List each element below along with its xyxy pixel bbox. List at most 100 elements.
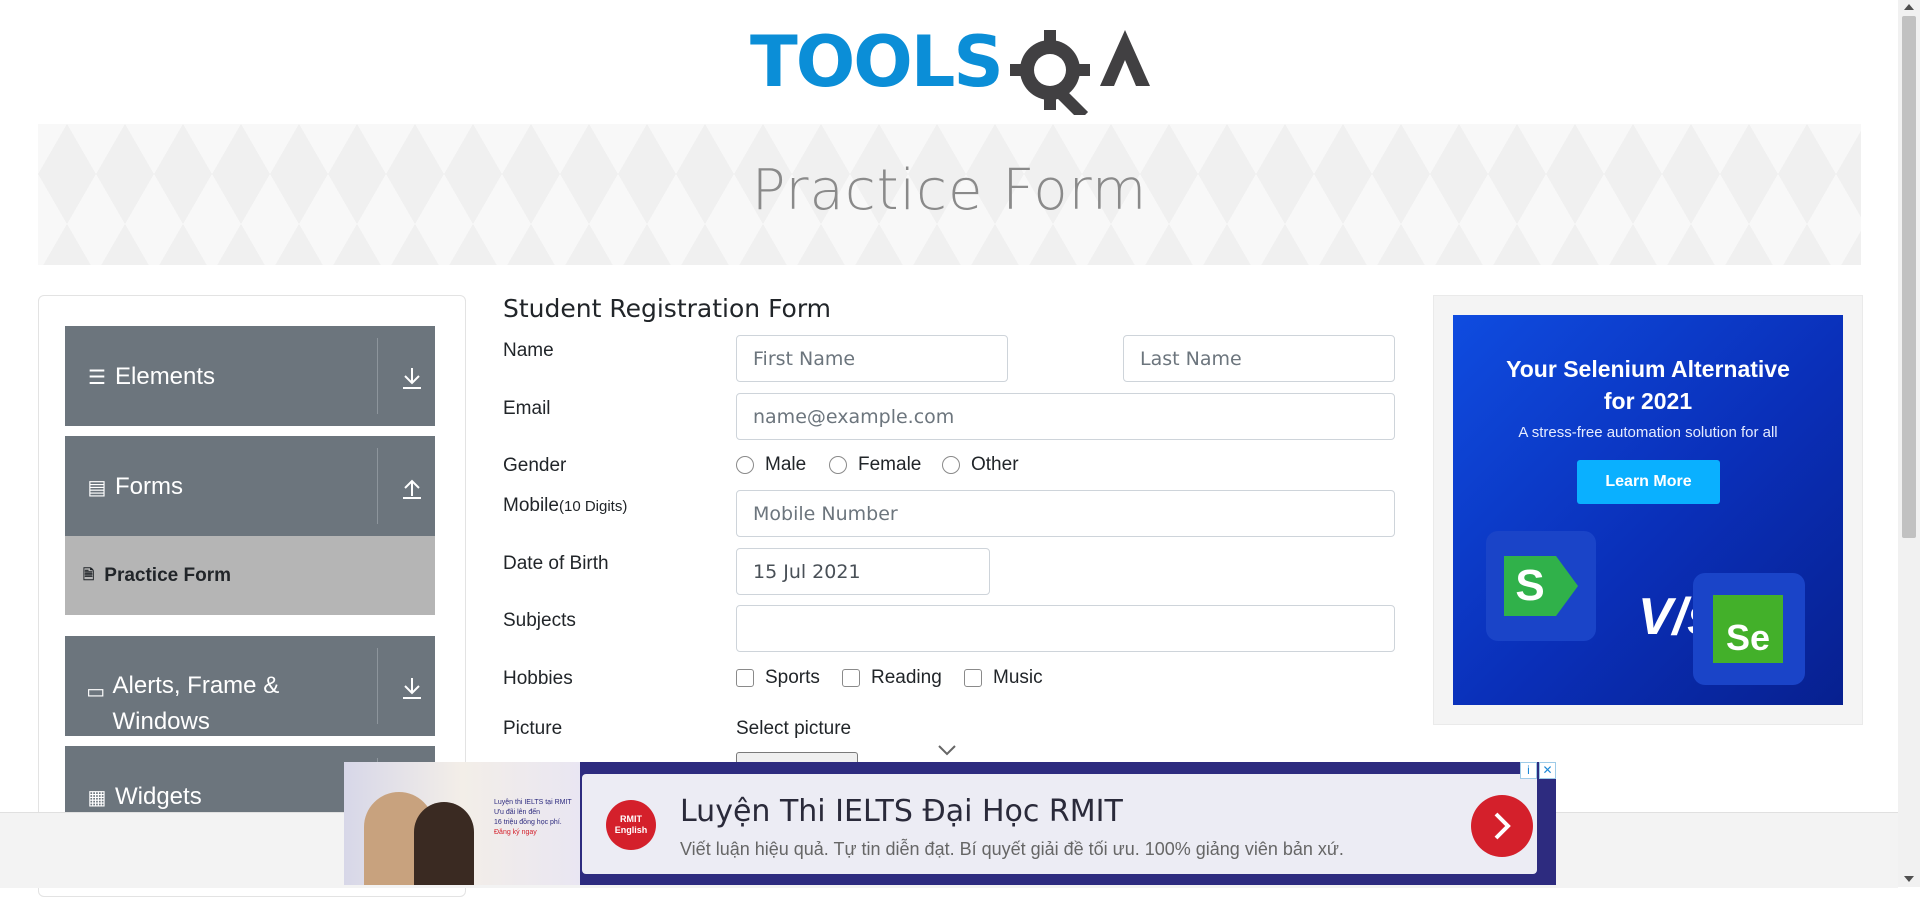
checkbox-label: Music (993, 667, 1043, 688)
sidebar-group-alerts[interactable]: ▭ Alerts, Frame & Windows (65, 636, 435, 736)
chevron-down-icon (938, 745, 956, 756)
gender-radio-other[interactable]: Other (942, 454, 1019, 476)
checkbox-box[interactable] (964, 669, 982, 687)
ad-description: Viết luận hiệu quả. Tự tin diễn đạt. Bí … (680, 839, 1344, 859)
vertical-scrollbar[interactable] (1898, 0, 1920, 887)
selenium-logo-icon: Se (1713, 595, 1783, 663)
sidebar-group-elements[interactable]: ☰ Elements (65, 326, 435, 426)
sidebar-item-practice-form[interactable]: 🗎 Practice Form (65, 536, 435, 615)
gender-radio-female[interactable]: Female (829, 454, 921, 476)
gender-label: Gender (503, 455, 567, 476)
checkbox-label: Reading (871, 667, 942, 688)
photo-text-line: 16 triệu đồng học phí. (494, 819, 562, 826)
sidebar-group-widgets-label: Widgets (115, 783, 202, 810)
email-label: Email (503, 398, 551, 419)
mobile-label-text: Mobile (503, 495, 559, 516)
expand-down-icon[interactable] (401, 676, 423, 700)
ad-controls: i ✕ (1520, 762, 1556, 780)
photo-text-line: Ưu đãi lên đến (494, 809, 541, 816)
ad-headline-line2: for 2021 (1603, 388, 1693, 414)
collapse-up-icon[interactable] (401, 476, 423, 500)
window-icon: ▭ (86, 681, 106, 703)
hobby-checkbox-sports[interactable]: Sports (736, 667, 820, 689)
toolsqa-logo[interactable]: TOOLS (750, 20, 1155, 121)
photo-text-line: Luyện thi IELTS tại RMIT (494, 799, 572, 806)
katalon-logo-icon: S (1504, 556, 1556, 616)
scroll-down-arrow-icon[interactable] (1904, 876, 1914, 882)
sidebar-group-label: ▤ Forms (85, 473, 183, 501)
last-name-input[interactable]: Last Name (1123, 335, 1395, 382)
divider (377, 648, 378, 724)
sidebar-group-alerts-label: Alerts, Frame & Windows (112, 672, 280, 735)
sidebar-group-label: ▦ Widgets (85, 783, 202, 811)
scroll-up-arrow-icon[interactable] (1904, 4, 1914, 10)
bottom-ad-banner[interactable]: Luyện thi IELTS tại RMIT Ưu đãi lên đến … (344, 762, 1556, 885)
divider (377, 338, 378, 414)
hobby-checkbox-reading[interactable]: Reading (842, 667, 942, 689)
subjects-input[interactable] (736, 605, 1395, 652)
sidebar-item-label: Practice Form (104, 564, 231, 586)
person-figure (414, 802, 474, 885)
date-of-birth-input[interactable]: 15 Jul 2021 (736, 548, 990, 595)
hobbies-label: Hobbies (503, 668, 573, 689)
hobby-checkbox-music[interactable]: Music (964, 667, 1043, 689)
photo-cta: Đăng ký ngay (494, 829, 537, 836)
scrollbar-thumb[interactable] (1902, 16, 1916, 538)
ad-title[interactable]: Luyện Thi IELTS Đại Học RMIT (680, 794, 1123, 829)
sidebar-group-label: ☰ Elements (85, 363, 215, 391)
close-icon[interactable]: ✕ (1539, 762, 1556, 779)
first-name-input[interactable]: First Name (736, 335, 1008, 382)
radio-label: Female (858, 454, 922, 475)
rmit-logo-subtext: English (614, 825, 648, 835)
ad-photo-text: Luyện thi IELTS tại RMIT Ưu đãi lên đến … (494, 798, 574, 838)
rmit-logo-text: RMIT (620, 814, 642, 824)
ad-card[interactable]: RMIT English Luyện Thi IELTS Đại Học RMI… (582, 774, 1537, 874)
side-ad[interactable]: Your Selenium Alternative for 2021 A str… (1433, 295, 1863, 725)
widgets-icon: ▦ (87, 786, 107, 809)
ad-go-button[interactable] (1471, 795, 1533, 857)
radio-label: Other (971, 454, 1019, 475)
sidebar-group-label: ▭ Alerts, Frame & Windows (85, 668, 355, 740)
ad-subline: A stress-free automation solution for al… (1518, 424, 1778, 441)
sidebar-group-elements-label: Elements (115, 363, 216, 390)
checkbox-box[interactable] (736, 669, 754, 687)
dob-label: Date of Birth (503, 553, 609, 574)
katalon-arrow (1556, 556, 1578, 616)
adchoices-icon[interactable]: i (1520, 762, 1537, 779)
select-picture-label[interactable]: Select picture (736, 718, 851, 740)
ad-headline: Your Selenium Alternative for 2021 (1453, 353, 1843, 417)
form-icon: ▤ (87, 476, 107, 499)
radio-circle[interactable] (736, 456, 754, 474)
sidebar-group-forms[interactable]: ▤ Forms (65, 436, 435, 536)
sidebar-group-forms-label: Forms (115, 473, 183, 500)
email-input[interactable]: name@example.com (736, 393, 1395, 440)
ad-headline-line1: Your Selenium Alternative (1506, 356, 1790, 382)
ad-photo: Luyện thi IELTS tại RMIT Ưu đãi lên đến … (344, 762, 580, 885)
chevron-right-icon (1494, 812, 1511, 840)
mobile-label: Mobile(10 Digits) (503, 495, 627, 517)
logo-text: TOOLS (750, 21, 1002, 103)
page-banner: Practice Form (38, 124, 1861, 265)
subjects-label: Subjects (503, 610, 576, 631)
radio-label: Male (765, 454, 807, 475)
picture-label: Picture (503, 718, 563, 739)
divider (377, 448, 378, 524)
mobile-input[interactable]: Mobile Number (736, 490, 1395, 537)
mobile-hint: (10 Digits) (558, 498, 628, 515)
page-title: Practice Form (751, 158, 1148, 223)
selenium-alternative-ad[interactable]: Your Selenium Alternative for 2021 A str… (1453, 315, 1843, 705)
gender-radio-male[interactable]: Male (736, 454, 806, 476)
katalon-logo-tile: S (1486, 531, 1596, 641)
form-title: Student Registration Form (503, 294, 832, 323)
learn-more-button[interactable]: Learn More (1577, 460, 1720, 504)
menu-icon: ☰ (88, 366, 106, 389)
expand-down-icon[interactable] (401, 366, 423, 390)
selenium-logo-tile: Se (1693, 573, 1805, 685)
name-label: Name (503, 340, 554, 361)
rmit-logo: RMIT English (606, 800, 656, 850)
radio-circle[interactable] (829, 456, 847, 474)
checkbox-box[interactable] (842, 669, 860, 687)
doc-icon: 🗎 (83, 565, 95, 582)
checkbox-label: Sports (765, 667, 820, 688)
radio-circle[interactable] (942, 456, 960, 474)
